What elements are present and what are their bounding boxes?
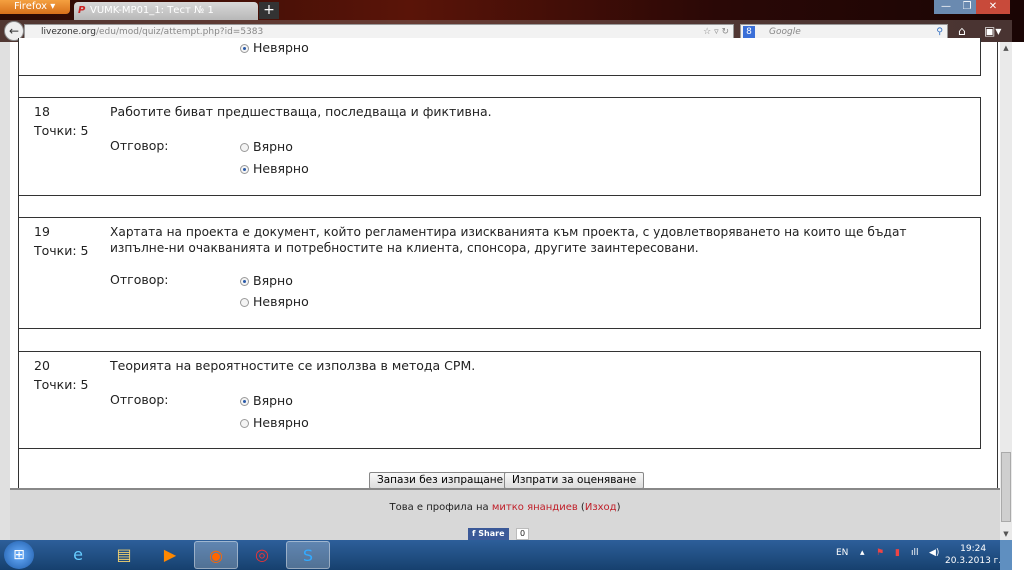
clock-date: 20.3.2013 г.	[945, 556, 1002, 566]
profile-text: Това е профила на	[389, 502, 492, 513]
radio-button[interactable]	[240, 143, 249, 152]
option-label: Невярно	[253, 415, 309, 430]
scroll-down-icon[interactable]: ▼	[1001, 530, 1011, 538]
firefox-taskbar-icon[interactable]: ◉	[194, 541, 238, 569]
volume-icon[interactable]: ◀)	[929, 548, 939, 558]
chrome-icon[interactable]: ◎	[240, 541, 284, 569]
radio-option-false[interactable]: Невярно	[240, 415, 309, 430]
option-label: Вярно	[253, 139, 293, 154]
radio-button[interactable]	[240, 397, 249, 406]
firefox-menu-label: Firefox	[14, 1, 48, 12]
radio-button[interactable]	[240, 44, 249, 53]
question-text: Работите биват предшестваща, последваща …	[110, 104, 492, 119]
radio-option-false[interactable]: Невярно	[240, 294, 309, 309]
question-text: Хартата на проекта е документ, който рег…	[110, 225, 907, 255]
clock-time: 19:24	[960, 544, 987, 554]
search-icon[interactable]: ⚲	[936, 25, 943, 39]
left-margin	[0, 42, 10, 540]
url-domain: livezone.org	[41, 27, 96, 37]
question-previous: Невярно	[18, 38, 981, 76]
radio-button[interactable]	[240, 419, 249, 428]
option-label: Вярно	[253, 273, 293, 288]
profile-info: Това е профила на митко янандиев (Изход)	[389, 502, 621, 513]
question-20: 20 Точки: 5 Теорията на вероятностите се…	[18, 351, 981, 449]
user-profile-link[interactable]: митко янандиев	[492, 502, 578, 513]
system-clock[interactable]: 19:24 20.3.2013 г.	[945, 543, 1001, 567]
power-icon[interactable]: ▮	[895, 548, 900, 558]
search-placeholder: Google	[769, 27, 801, 37]
firefox-menu-button[interactable]: Firefox ▾	[0, 0, 70, 14]
answer-label: Отговор:	[110, 272, 169, 287]
option-label: Вярно	[253, 393, 293, 408]
site-favicon-icon: P	[78, 5, 86, 16]
minimize-button[interactable]: —	[934, 0, 958, 14]
radio-button[interactable]	[240, 298, 249, 307]
radio-button[interactable]	[240, 277, 249, 286]
start-button[interactable]: ⊞	[4, 541, 34, 569]
radio-option[interactable]: Невярно	[240, 40, 309, 55]
media-player-icon[interactable]: ▶	[148, 541, 192, 569]
question-points: Точки: 5	[34, 377, 89, 392]
question-number: 18	[34, 104, 50, 119]
facebook-share-button[interactable]: f Share	[468, 528, 509, 540]
home-icon[interactable]: ⌂	[958, 24, 966, 38]
radio-button[interactable]	[240, 165, 249, 174]
question-points: Точки: 5	[34, 243, 89, 258]
submit-for-grading-button[interactable]: Изпрати за оценяване	[504, 472, 645, 489]
scrollbar-thumb[interactable]	[1001, 452, 1011, 522]
windows-taskbar: ⊞ e ▤ ▶ ◉ ◎ S EN ▴ ⚑ ▮ ıll ◀) 19:24 20.3.…	[0, 540, 1012, 570]
radio-option-true[interactable]: Вярно	[240, 139, 293, 154]
option-label: Невярно	[253, 161, 309, 176]
action-center-icon[interactable]: ⚑	[876, 548, 884, 558]
question-18: 18 Точки: 5 Работите биват предшестваща,…	[18, 97, 981, 196]
option-label: Невярно	[253, 294, 309, 309]
question-text: Теорията на вероятностите се използва в …	[110, 358, 476, 373]
logout-link[interactable]: Изход	[585, 502, 617, 513]
bookmark-star-icon[interactable]: ☆ ▿ ↻	[703, 25, 729, 39]
internet-explorer-icon[interactable]: e	[56, 541, 100, 569]
show-desktop-button[interactable]	[1000, 540, 1012, 570]
scroll-up-icon[interactable]: ▲	[1001, 44, 1011, 52]
question-number: 19	[34, 224, 50, 239]
tab-title: VUMK-MP01_1: Тест № 1	[90, 5, 214, 16]
share-count: 0	[516, 528, 530, 540]
file-explorer-icon[interactable]: ▤	[102, 541, 146, 569]
option-label: Невярно	[253, 40, 309, 55]
close-window-button[interactable]: ✕	[976, 0, 1010, 14]
content-border-right	[997, 42, 998, 488]
share-label: Share	[478, 529, 505, 538]
radio-option-false[interactable]: Невярно	[240, 161, 309, 176]
skype-icon[interactable]: S	[286, 541, 330, 569]
new-tab-button[interactable]: +	[259, 2, 279, 19]
answer-label: Отговор:	[110, 392, 169, 407]
language-indicator[interactable]: EN	[836, 548, 848, 558]
network-icon[interactable]: ıll	[911, 548, 919, 558]
maximize-button[interactable]: ❐	[958, 0, 976, 14]
question-points: Точки: 5	[34, 123, 89, 138]
radio-option-true[interactable]: Вярно	[240, 393, 293, 408]
browser-tab[interactable]: P VUMK-MP01_1: Тест № 1	[74, 2, 258, 20]
bookmarks-icon[interactable]: ▣▾	[984, 24, 1001, 38]
save-without-submit-button[interactable]: Запази без изпращане	[369, 472, 512, 489]
google-icon: 8	[743, 26, 755, 38]
url-path: /edu/mod/quiz/attempt.php?id=5383	[95, 27, 264, 37]
question-number: 20	[34, 358, 50, 373]
question-19: 19 Точки: 5 Хартата на проекта е докумен…	[18, 217, 981, 329]
show-hidden-icons[interactable]: ▴	[860, 548, 865, 558]
answer-label: Отговор:	[110, 138, 169, 153]
radio-option-true[interactable]: Вярно	[240, 273, 293, 288]
page-footer: Това е профила на митко янандиев (Изход)…	[10, 488, 1000, 540]
